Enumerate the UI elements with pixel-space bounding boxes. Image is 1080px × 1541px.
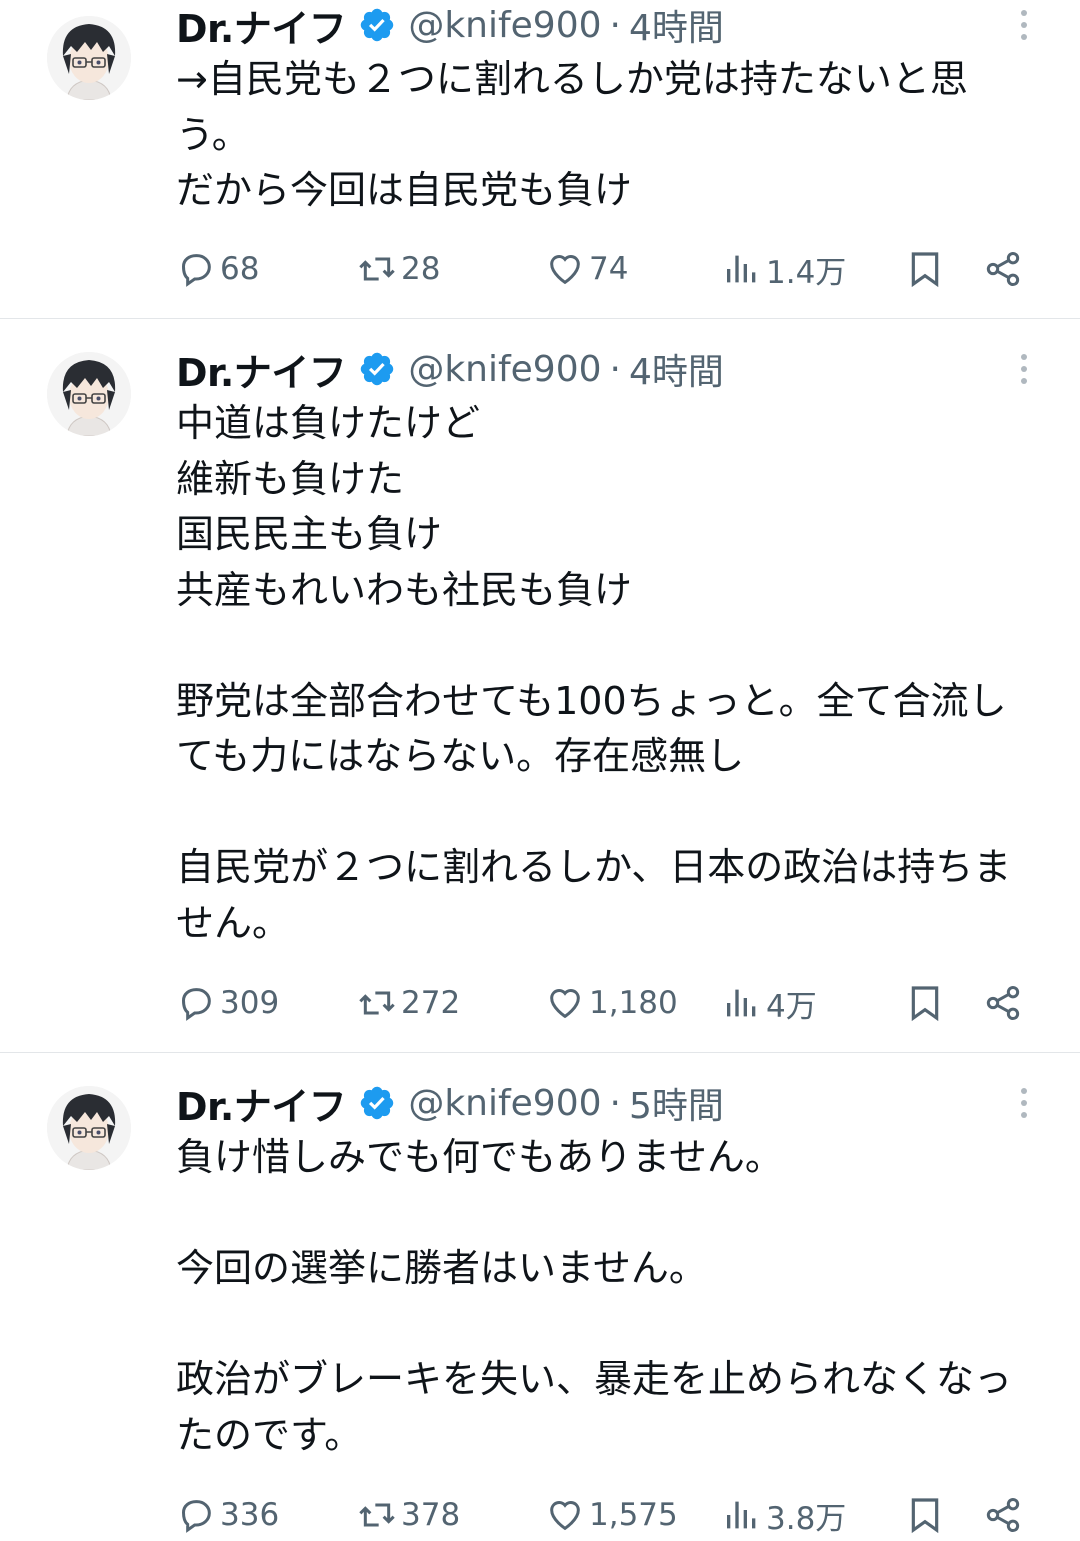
repost-icon <box>359 257 395 281</box>
dot-separator: · <box>609 1082 621 1124</box>
bookmark-button[interactable] <box>905 978 945 1028</box>
repost-count: 28 <box>401 251 441 287</box>
like-count: 74 <box>589 251 629 287</box>
more-options-icon[interactable] <box>1013 350 1035 390</box>
views-chart-icon <box>727 255 756 283</box>
bookmark-icon <box>911 1498 939 1534</box>
timestamp[interactable]: 4時間 <box>629 343 724 395</box>
tweet-header: Dr.ナイフ @knife900 · 4時間 <box>176 342 724 397</box>
avatar-image <box>47 352 131 436</box>
timestamp[interactable]: 5時間 <box>629 1077 724 1129</box>
share-button[interactable] <box>983 244 1023 294</box>
reply-button[interactable]: 68 <box>176 244 259 294</box>
tweet-text: 中道は負けたけど 維新も負けた 国民民主も負け 共産もれいわも社民も負け 野党は… <box>176 401 1012 945</box>
like-count: 1,180 <box>589 985 678 1021</box>
views-button[interactable]: 3.8万 <box>722 1490 846 1540</box>
reply-button[interactable]: 309 <box>176 978 279 1028</box>
tweet-text: →自民党も２つに割れるしか党は持たないと思う。 だから今回は自民党も負け <box>176 57 968 212</box>
avatar-image <box>47 1086 131 1170</box>
repost-icon <box>359 991 395 1015</box>
share-button[interactable] <box>983 1490 1023 1540</box>
timestamp[interactable]: 4時間 <box>629 0 724 51</box>
reply-icon <box>181 988 211 1021</box>
view-count: 1.4万 <box>766 254 847 291</box>
share-icon <box>986 252 1020 286</box>
tweet[interactable]: Dr.ナイフ @knife900 · 5時間 負け惜しみでも何でもありません。 … <box>0 1078 1080 1541</box>
author-handle[interactable]: @knife900 <box>408 349 601 390</box>
repost-button[interactable]: 28 <box>357 244 440 294</box>
like-count: 1,575 <box>589 1497 678 1533</box>
action-bar: 68 28 74 1.4万 <box>0 244 1080 294</box>
author-name[interactable]: Dr.ナイフ <box>176 1076 347 1131</box>
tweet-header: Dr.ナイフ @knife900 · 5時間 <box>176 1076 724 1131</box>
action-bar: 309 272 1,180 4万 <box>0 978 1080 1028</box>
repost-icon <box>359 1503 395 1527</box>
view-count: 4万 <box>766 988 817 1025</box>
views-chart-icon <box>727 1501 756 1529</box>
heart-icon <box>550 1501 580 1531</box>
bookmark-button[interactable] <box>905 1490 945 1540</box>
repost-count: 378 <box>401 1497 461 1533</box>
author-handle[interactable]: @knife900 <box>408 1083 601 1124</box>
author-name[interactable]: Dr.ナイフ <box>176 342 347 397</box>
divider <box>0 1052 1080 1053</box>
bookmark-icon <box>911 986 939 1022</box>
views-button[interactable]: 1.4万 <box>722 244 846 294</box>
reply-icon <box>181 1500 211 1533</box>
share-button[interactable] <box>983 978 1023 1028</box>
reply-icon <box>181 254 211 287</box>
heart-icon <box>550 989 580 1019</box>
like-button[interactable]: 74 <box>545 244 628 294</box>
reply-count: 68 <box>220 251 260 287</box>
avatar[interactable] <box>47 16 131 100</box>
more-options-icon[interactable] <box>1013 6 1035 46</box>
verified-badge-icon <box>358 1084 396 1122</box>
author-name[interactable]: Dr.ナイフ <box>176 0 347 53</box>
more-options-icon[interactable] <box>1013 1084 1035 1124</box>
bookmark-icon <box>911 252 939 288</box>
repost-button[interactable]: 378 <box>357 1490 460 1540</box>
avatar-image <box>47 16 131 100</box>
tweet-header: Dr.ナイフ @knife900 · 4時間 <box>176 0 724 53</box>
verified-badge-icon <box>358 6 396 44</box>
tweet[interactable]: Dr.ナイフ @knife900 · 4時間 →自民党も２つに割れるしか党は持た… <box>0 0 1080 318</box>
like-button[interactable]: 1,575 <box>545 1490 678 1540</box>
author-handle[interactable]: @knife900 <box>408 5 601 46</box>
views-button[interactable]: 4万 <box>722 978 817 1028</box>
heart-icon <box>550 255 580 285</box>
avatar[interactable] <box>47 1086 131 1170</box>
dot-separator: · <box>609 348 621 390</box>
tweet[interactable]: Dr.ナイフ @knife900 · 4時間 中道は負けたけど 維新も負けた 国… <box>0 344 1080 1052</box>
reply-button[interactable]: 336 <box>176 1490 279 1540</box>
action-bar: 336 378 1,575 3.8万 <box>0 1490 1080 1540</box>
repost-count: 272 <box>401 985 461 1021</box>
bookmark-button[interactable] <box>905 244 945 294</box>
tweet-text: 負け惜しみでも何でもありません。 今回の選挙に勝者はいません。 政治がブレーキを… <box>176 1135 1013 1457</box>
divider <box>0 318 1080 319</box>
views-chart-icon <box>727 989 756 1017</box>
share-icon <box>986 986 1020 1020</box>
avatar[interactable] <box>47 352 131 436</box>
view-count: 3.8万 <box>766 1500 847 1537</box>
dot-separator: · <box>609 4 621 46</box>
reply-count: 336 <box>220 1497 280 1533</box>
like-button[interactable]: 1,180 <box>545 978 678 1028</box>
verified-badge-icon <box>358 350 396 388</box>
share-icon <box>986 1498 1020 1532</box>
repost-button[interactable]: 272 <box>357 978 460 1028</box>
reply-count: 309 <box>220 985 280 1021</box>
